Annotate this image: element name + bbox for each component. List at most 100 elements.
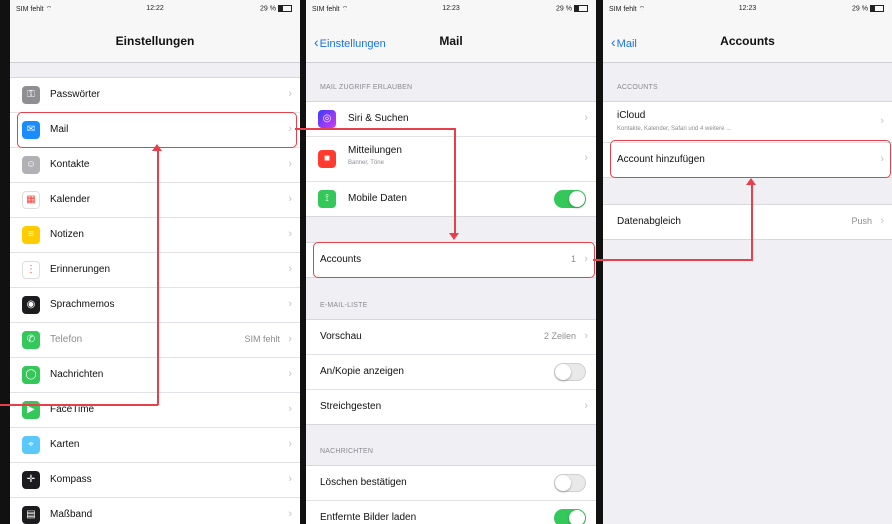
section-header-list: E-MAIL-LISTE [320,302,368,309]
accounts-screen: SIM fehlt ⌔ 12:23 29 % ‹Mail Accounts AC… [603,0,892,524]
clock: 12:23 [442,5,460,12]
siri-icon: ◎ [318,110,336,128]
settings-item-7[interactable]: ✆ Telefon SIM fehlt › [10,323,300,358]
accounts-count: 1 [570,254,576,264]
row-label: Account hinzufügen [617,154,705,165]
chevron-right-icon: › [288,508,292,520]
section-header-access: MAIL ZUGRIFF ERLAUBEN [320,84,413,91]
row-icloud[interactable]: iCloud Kontakte, Kalender, Safari und 4 … [603,102,892,143]
settings-item-6[interactable]: ◉ Sprachmemos › [10,288,300,323]
battery-indicator: 29 % [260,5,292,12]
chevron-right-icon: › [584,400,588,412]
row-mobile-data: ⟟ Mobile Daten [306,182,596,216]
chevron-right-icon: › [288,123,292,135]
row-label: Mobile Daten [348,193,407,204]
row-label: An/Kopie anzeigen [320,366,404,377]
chevron-right-icon: › [288,88,292,100]
settings-item-10[interactable]: ⌖ Karten › [10,428,300,463]
annotation-line [295,128,455,130]
access-group: ◎ Siri & Suchen › ■ Mitteilungen Banner,… [306,101,596,217]
chevron-right-icon: › [288,368,292,380]
chevron-right-icon: › [880,153,884,165]
confirm-delete-toggle[interactable] [554,474,586,492]
chevron-right-icon: › [288,158,292,170]
settings-item-9[interactable]: ▶ FaceTime › [10,393,300,428]
settings-item-label: Kontakte [50,159,90,170]
row-fetch[interactable]: Datenabgleich Push › [603,205,892,239]
chevron-right-icon: › [584,330,588,342]
row-label: Entfernte Bilder laden [320,512,417,523]
status-bar: SIM fehlt ⌔ 12:23 29 % [306,0,596,18]
chevron-right-icon: › [880,115,884,127]
row-label: iCloud [617,110,646,121]
annotation-line [593,259,752,261]
settings-item-8[interactable]: ◯ Nachrichten › [10,358,300,393]
settings-item-12[interactable]: ▤ Maßband › [10,498,300,524]
settings-item-11[interactable]: ✛ Kompass › [10,463,300,498]
voice-memos-icon: ◉ [22,296,40,314]
row-remote-images: Entfernte Bilder laden [306,501,596,524]
mail-settings-screen: SIM fehlt ⌔ 12:23 29 % ‹Einstellungen Ma… [306,0,596,524]
row-label: Streichgesten [320,401,382,412]
row-label: Siri & Suchen [348,113,409,124]
settings-item-0[interactable]: ⚿ Passwörter › [10,78,300,113]
messages-group: Löschen bestätigen Entfernte Bilder lade… [306,465,596,524]
chevron-right-icon: › [584,112,588,124]
settings-item-1[interactable]: ✉ Mail › [10,113,300,148]
row-accounts[interactable]: Accounts 1 › [306,243,596,277]
settings-item-4[interactable]: ≡ Notizen › [10,218,300,253]
maps-icon: ⌖ [22,436,40,454]
status-bar: SIM fehlt ⌔ 12:22 29 % [10,0,300,18]
nav-bar: ‹Mail Accounts [603,18,892,63]
settings-item-2[interactable]: ☺ Kontakte › [10,148,300,183]
annotation-line [0,404,158,406]
section-header-messages: NACHRICHTEN [320,448,374,455]
settings-item-label: Erinnerungen [50,264,111,275]
settings-item-3[interactable]: ▦ Kalender › [10,183,300,218]
settings-item-label: Mail [50,124,69,135]
mobile-data-toggle[interactable] [554,190,586,208]
clock: 12:22 [146,5,164,12]
row-show-cc: An/Kopie anzeigen [306,355,596,390]
page-title: Einstellungen [115,34,195,48]
accounts-group: Accounts 1 › [306,242,596,278]
row-siri[interactable]: ◎ Siri & Suchen › [306,102,596,137]
row-label: Löschen bestätigen [320,477,407,488]
chevron-right-icon: › [584,253,588,265]
show-cc-toggle[interactable] [554,363,586,381]
row-add-account[interactable]: Account hinzufügen › [603,143,892,177]
chevron-right-icon: › [288,263,292,275]
nav-bar: Einstellungen [10,18,300,63]
battery-indicator: 29 % [556,5,588,12]
page-title: Mail [439,34,463,48]
row-label: Mitteilungen [348,145,402,156]
compass-icon: ✛ [22,471,40,489]
chevron-right-icon: › [584,152,588,164]
notifications-icon: ■ [318,150,336,168]
settings-screen: SIM fehlt ⌔ 12:22 29 % Einstellungen ⚿ Pa… [10,0,300,524]
preview-value: 2 Zeilen [543,331,576,341]
nav-bar: ‹Einstellungen Mail [306,18,596,63]
chevron-right-icon: › [880,215,884,227]
arrow-head-icon [746,178,756,185]
fetch-group: Datenabgleich Push › [603,204,892,240]
chevron-right-icon: › [288,298,292,310]
chevron-right-icon: › [288,228,292,240]
settings-item-5[interactable]: ⋮ Erinnerungen › [10,253,300,288]
chevron-right-icon: › [288,438,292,450]
row-label: Accounts [320,254,362,265]
annotation-line [157,150,159,405]
settings-item-label: Nachrichten [50,369,104,380]
row-label: Datenabgleich [617,216,681,227]
remote-images-toggle[interactable] [554,509,586,524]
row-notifications[interactable]: ■ Mitteilungen Banner, Töne › [306,137,596,182]
notes-icon: ≡ [22,226,40,244]
row-swipe[interactable]: Streichgesten › [306,390,596,424]
settings-item-label: Passwörter [50,89,101,100]
settings-item-label: Kompass [50,474,92,485]
row-subtitle: Banner, Töne [348,160,384,166]
chevron-right-icon: › [288,333,292,345]
settings-item-label: FaceTime [50,404,95,415]
row-preview[interactable]: Vorschau 2 Zeilen › [306,320,596,355]
arrow-head-icon [449,233,459,240]
